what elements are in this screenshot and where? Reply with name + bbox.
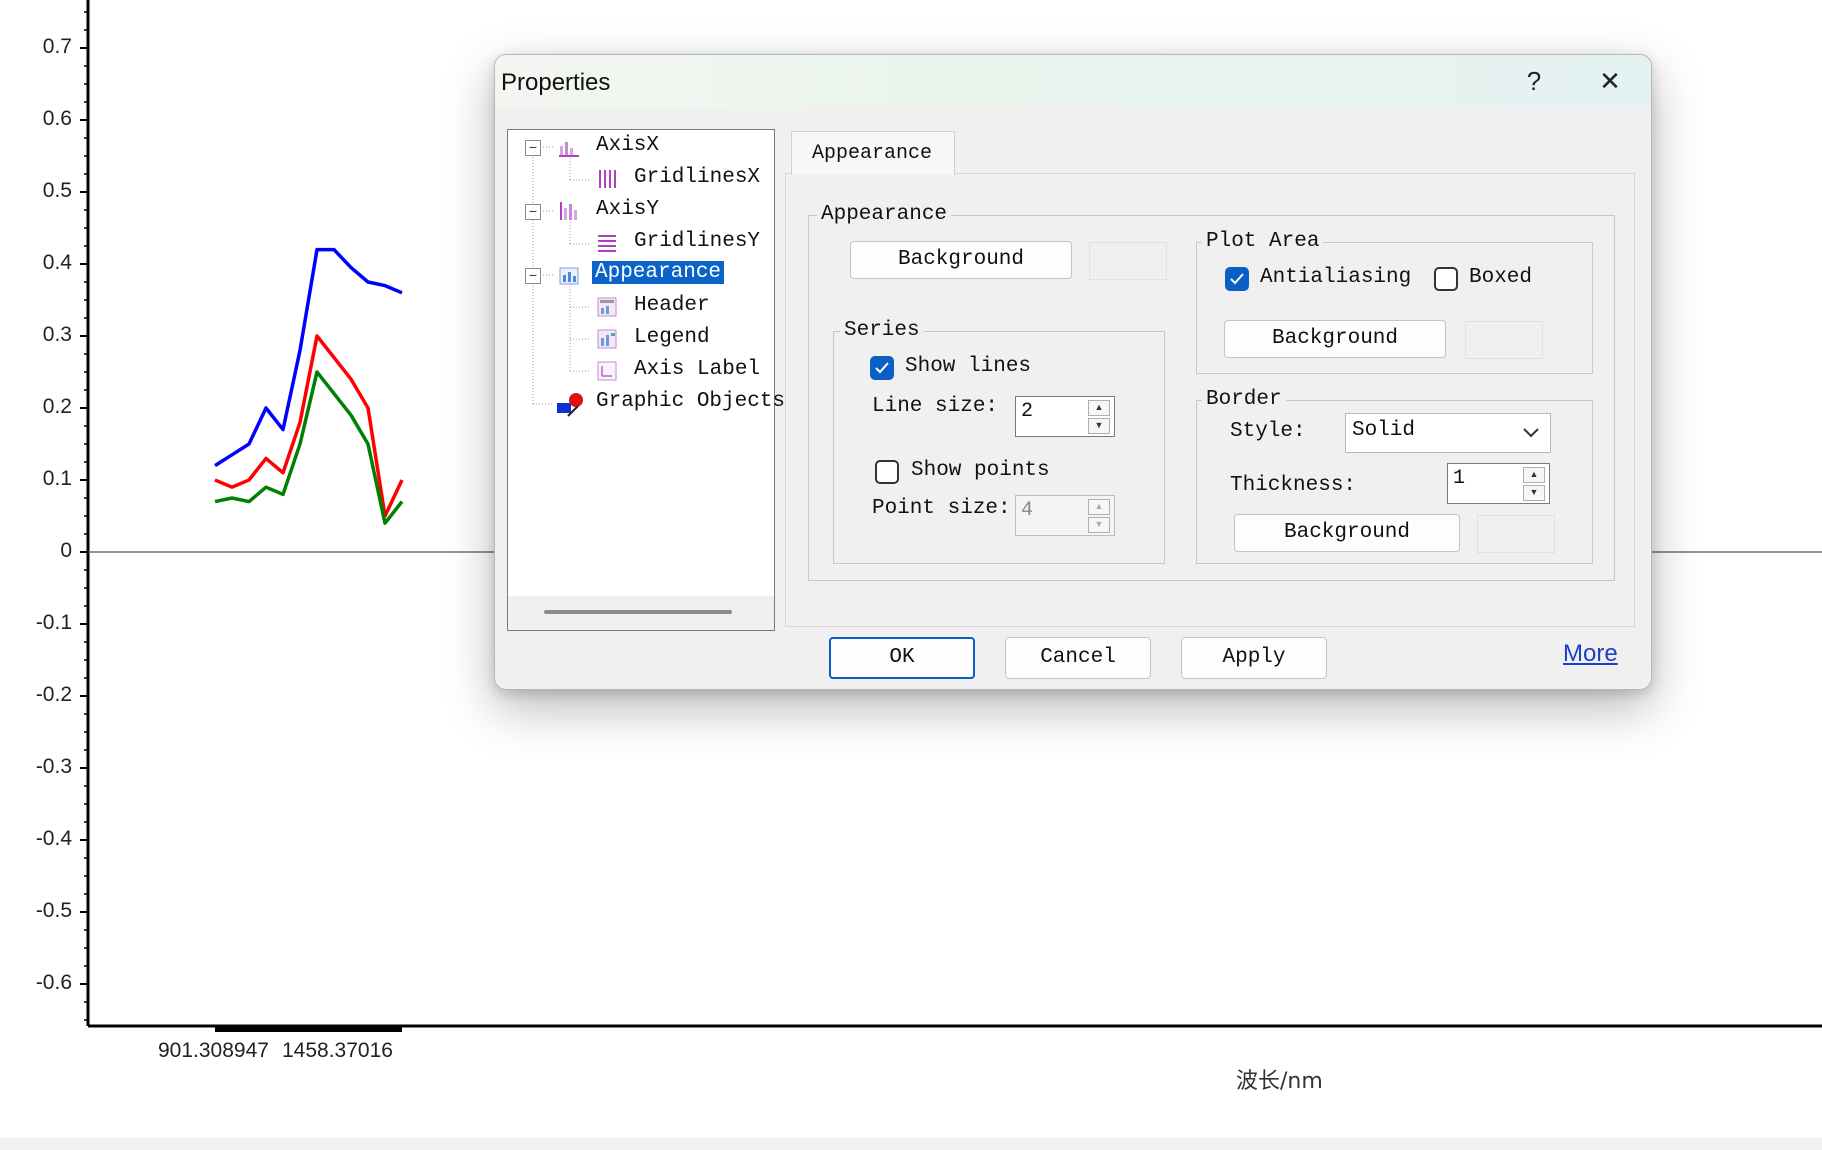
- point-size-label: Point size:: [872, 497, 1011, 520]
- dialog-titlebar[interactable]: Properties ? ✕: [495, 55, 1651, 107]
- axis-label-icon: [597, 361, 617, 381]
- apply-button[interactable]: Apply: [1181, 637, 1327, 679]
- gridlines-x-icon: [599, 170, 616, 188]
- series-group-label: Series: [840, 319, 924, 342]
- tree-item-axisx[interactable]: AxisX: [596, 134, 659, 157]
- line-size-spinner[interactable]: ▲▼: [1015, 396, 1115, 437]
- spin-up-icon: ▲: [1088, 499, 1110, 515]
- line-size-label: Line size:: [872, 395, 999, 418]
- collapse-icon[interactable]: −: [525, 204, 541, 220]
- antialiasing-checkbox[interactable]: [1225, 267, 1249, 291]
- border-group-label: Border: [1202, 388, 1286, 411]
- show-points-label: Show points: [911, 459, 1050, 482]
- checkmark-icon: [1230, 273, 1244, 285]
- x-tick-label: 1458.37016: [282, 1039, 393, 1062]
- y-tick-label: -0.1: [35, 611, 72, 634]
- y-tick-label: 0.4: [42, 251, 72, 274]
- checkmark-icon: [875, 362, 889, 374]
- plot-area-group-label: Plot Area: [1202, 230, 1324, 253]
- series-line-1: [214, 247, 403, 468]
- spin-down-icon[interactable]: ▼: [1523, 485, 1545, 501]
- plot-area-color-swatch[interactable]: [1465, 321, 1543, 359]
- collapse-icon[interactable]: −: [525, 268, 541, 284]
- appearance-group-label: Appearance: [817, 203, 952, 226]
- y-tick-label: 0: [60, 539, 72, 562]
- graphic-objects-icon: [557, 393, 583, 417]
- y-tick-label: -0.5: [35, 899, 72, 922]
- point-size-spinner: ▲▼: [1015, 495, 1115, 536]
- tree-item-header[interactable]: Header: [634, 294, 710, 317]
- tree-item-graphic-objects[interactable]: Graphic Objects: [596, 390, 785, 413]
- spin-up-icon[interactable]: ▲: [1088, 400, 1110, 416]
- y-tick-label: 0.7: [42, 35, 72, 58]
- properties-dialog: Properties ? ✕ − − − AxisX GridlinesX Ax…: [494, 54, 1652, 690]
- y-tick-label: 0.6: [42, 107, 72, 130]
- scrollbar-thumb[interactable]: [544, 610, 732, 614]
- properties-tree[interactable]: − − − AxisX GridlinesX AxisY GridlinesY …: [507, 129, 785, 631]
- thickness-spinner[interactable]: ▲▼: [1447, 463, 1550, 504]
- tree-item-gridlinesy[interactable]: GridlinesY: [634, 230, 760, 253]
- y-tick-label: 0.2: [42, 395, 72, 418]
- style-select-value: Solid: [1352, 419, 1416, 442]
- x-range-marker: [215, 1026, 402, 1032]
- spin-up-icon[interactable]: ▲: [1523, 467, 1545, 483]
- show-lines-label: Show lines: [905, 355, 1032, 378]
- y-tick-label: 0.5: [42, 179, 72, 202]
- spin-down-icon[interactable]: ▼: [1088, 418, 1110, 434]
- spin-down-icon: ▼: [1088, 517, 1110, 533]
- border-background-button[interactable]: Background: [1234, 514, 1460, 552]
- collapse-icon[interactable]: −: [525, 140, 541, 156]
- appearance-color-swatch[interactable]: [1089, 242, 1167, 280]
- axis-x-icon: [559, 142, 579, 157]
- plot-area-background-button[interactable]: Background: [1224, 320, 1446, 358]
- y-tick-label: -0.3: [35, 755, 72, 778]
- line-size-input[interactable]: [1019, 399, 1083, 424]
- bottom-panel-edge: [0, 1138, 1822, 1150]
- style-label: Style:: [1230, 420, 1306, 443]
- y-tick-label: -0.2: [35, 683, 72, 706]
- series-line-2: [214, 334, 404, 518]
- boxed-checkbox[interactable]: [1434, 267, 1458, 291]
- gridlines-y-icon: [598, 235, 616, 252]
- boxed-label: Boxed: [1469, 266, 1533, 289]
- tab-appearance[interactable]: Appearance: [791, 131, 955, 175]
- point-size-input: [1019, 498, 1083, 523]
- y-tick-label: -0.4: [35, 827, 72, 850]
- border-color-swatch[interactable]: [1477, 515, 1555, 553]
- y-tick-label: -0.6: [35, 971, 72, 994]
- y-tick-label: 0.1: [42, 467, 72, 490]
- legend-icon: [597, 329, 617, 349]
- show-points-checkbox[interactable]: [875, 460, 899, 484]
- thickness-label: Thickness:: [1230, 474, 1357, 497]
- help-button[interactable]: ?: [1495, 55, 1573, 107]
- x-axis-label: 波长/nm: [1236, 1069, 1323, 1094]
- antialiasing-label: Antialiasing: [1260, 266, 1412, 289]
- tree-item-appearance[interactable]: Appearance: [592, 261, 725, 284]
- tree-scrollbar[interactable]: [508, 596, 774, 630]
- appearance-icon: [559, 267, 579, 285]
- y-tick-label: 0.3: [42, 323, 72, 346]
- cancel-button[interactable]: Cancel: [1005, 637, 1151, 679]
- tree-item-legend[interactable]: Legend: [634, 326, 710, 349]
- style-select[interactable]: Solid: [1345, 413, 1551, 453]
- thickness-input[interactable]: [1451, 466, 1515, 491]
- dialog-title: Properties: [501, 69, 611, 96]
- more-link[interactable]: More: [1563, 640, 1618, 668]
- x-tick-label: 901.308947: [158, 1039, 269, 1062]
- tree-item-axisy[interactable]: AxisY: [596, 198, 659, 221]
- header-icon: [597, 297, 617, 317]
- ok-button[interactable]: OK: [829, 637, 975, 679]
- appearance-background-button[interactable]: Background: [850, 241, 1072, 279]
- tree-item-axis-label[interactable]: Axis Label: [634, 358, 760, 381]
- chevron-down-icon: [1523, 428, 1539, 438]
- axis-y-icon: [560, 202, 577, 220]
- tree-item-gridlinesx[interactable]: GridlinesX: [634, 166, 760, 189]
- show-lines-checkbox[interactable]: [870, 356, 894, 380]
- close-button[interactable]: ✕: [1571, 55, 1649, 107]
